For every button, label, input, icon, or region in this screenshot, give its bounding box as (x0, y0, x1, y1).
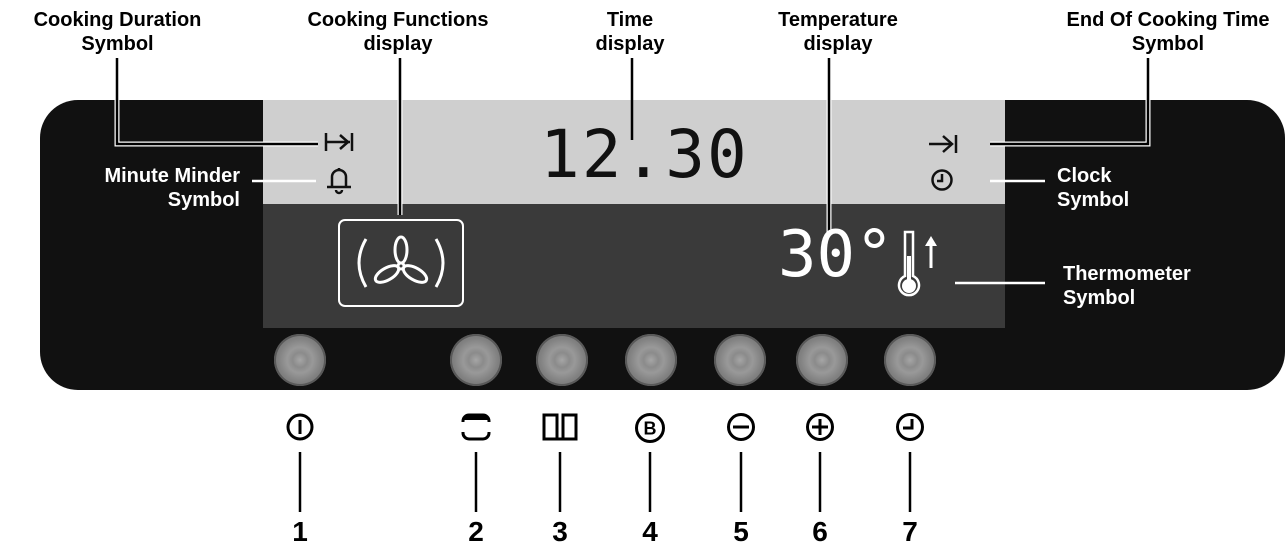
book-icon (542, 413, 578, 441)
button-6-knob[interactable] (796, 334, 848, 386)
button-5-knob[interactable] (714, 334, 766, 386)
button-7-knob[interactable] (884, 334, 936, 386)
button-number-5: 5 (733, 516, 749, 547)
temperature-readout: 30° (778, 218, 894, 292)
thermometer-icon (897, 230, 937, 297)
minus-icon (727, 413, 755, 441)
button-number-7: 7 (902, 516, 918, 547)
clock-icon (931, 169, 953, 191)
button-3-knob[interactable] (536, 334, 588, 386)
time-readout: 12.30 (540, 116, 749, 193)
svg-text:B: B (644, 419, 657, 439)
button-number-4: 4 (642, 516, 658, 547)
fan-function-icon (338, 219, 464, 307)
plus-icon (806, 413, 834, 441)
button-2-knob[interactable] (450, 334, 502, 386)
button-number-3: 3 (552, 516, 568, 547)
button-1-knob[interactable] (274, 334, 326, 386)
button-number-6: 6 (812, 516, 828, 547)
b-icon: B (635, 413, 665, 443)
clock-button-icon (896, 413, 924, 441)
leader-lines (114, 58, 1151, 512)
button-number-1: 1 (292, 516, 308, 547)
function-icon (461, 413, 491, 441)
button-number-2: 2 (468, 516, 484, 547)
cooking-duration-icon (324, 133, 354, 151)
end-of-cooking-icon (929, 135, 958, 153)
button-4-knob[interactable] (625, 334, 677, 386)
bell-icon (327, 168, 351, 195)
power-icon (286, 413, 314, 441)
